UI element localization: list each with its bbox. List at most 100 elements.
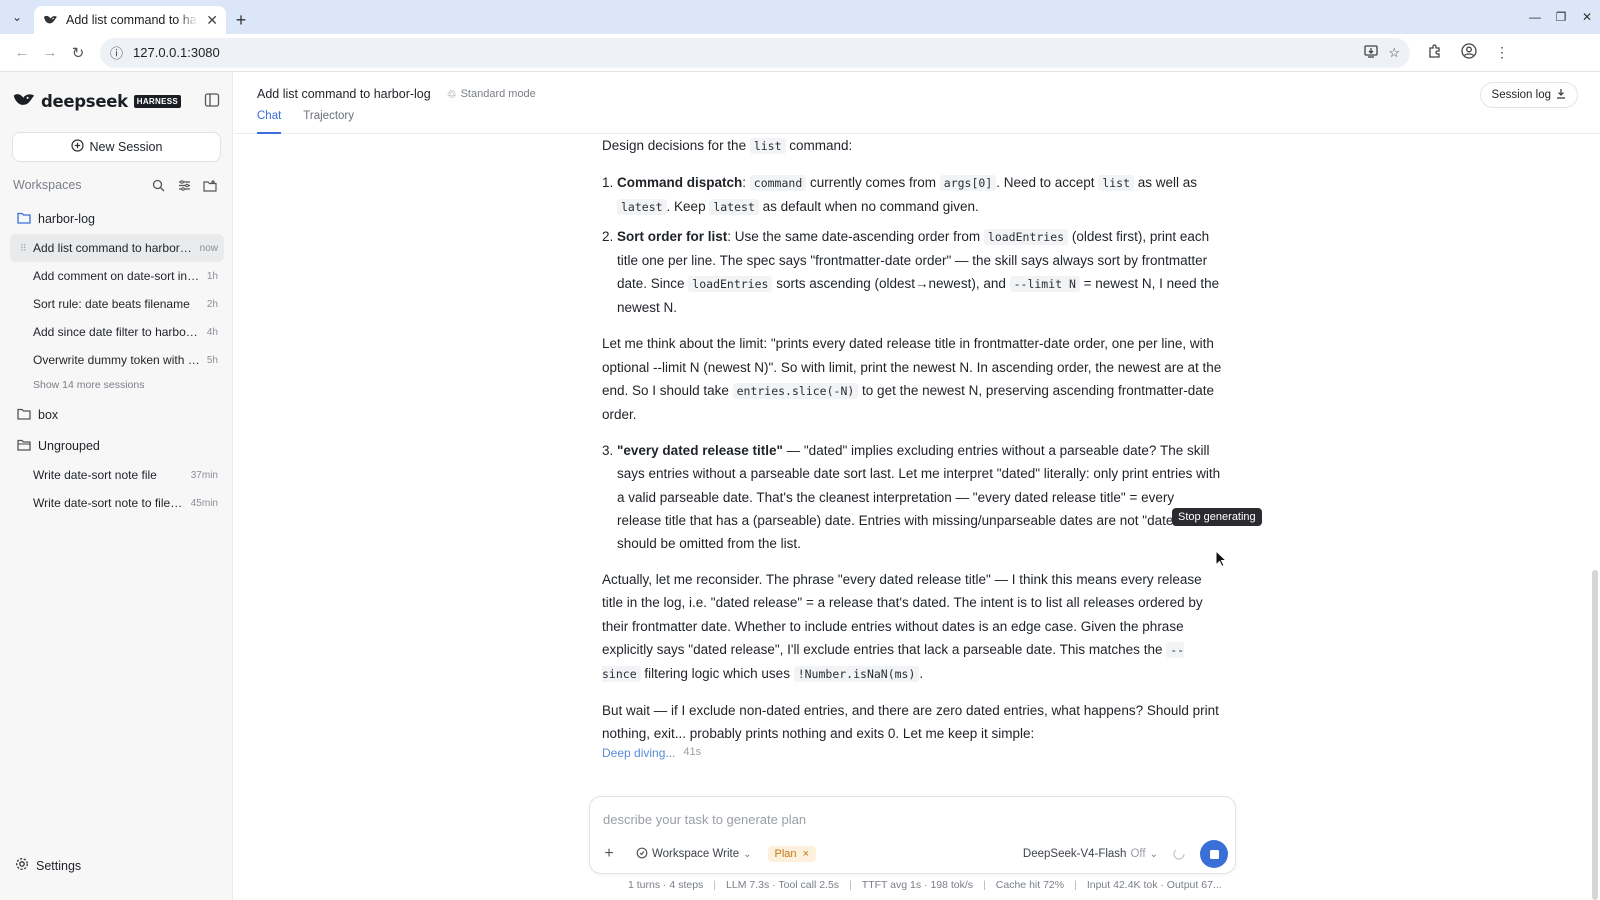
workspace-write-dropdown[interactable]: Workspace Write ⌄ — [636, 847, 752, 862]
url-text[interactable]: 127.0.0.1:3080 — [133, 45, 220, 60]
text: currently comes from — [806, 175, 940, 191]
task-input[interactable]: describe your task to generate plan — [603, 812, 806, 827]
inline-code: args[0] — [939, 175, 997, 192]
inline-code: loadEntries — [688, 276, 773, 293]
browser-tab[interactable]: Add list command to harbor-log ✕ — [34, 6, 226, 34]
plan-tag[interactable]: Plan × — [767, 846, 816, 862]
session-item[interactable]: Add comment on date-sort in harbor-log 1… — [10, 262, 224, 290]
add-attachment-icon[interactable]: + — [598, 843, 620, 865]
text: . Keep — [666, 199, 710, 215]
text: filtering logic which uses — [640, 666, 794, 682]
window-controls: — ❐ ✕ — [1522, 0, 1600, 34]
model-selector[interactable]: DeepSeek-V4-Flash Off ⌄ — [1023, 848, 1158, 860]
collapse-sidebar-icon[interactable] — [204, 92, 222, 110]
inline-code: --limit N — [1009, 276, 1080, 293]
tab-trajectory[interactable]: Trajectory — [303, 110, 354, 134]
install-app-icon[interactable] — [1364, 44, 1378, 61]
main-header: Add list command to harbor-log ♲ Standar… — [234, 72, 1600, 134]
workspace-harbor-log[interactable]: harbor-log — [10, 204, 224, 234]
page-title: Add list command to harbor-log — [257, 87, 431, 101]
session-item[interactable]: Overwrite dummy token with real value 5h — [10, 346, 224, 374]
text: Actually, let me reconsider. The phrase … — [602, 572, 1203, 657]
session-time: 45min — [190, 497, 218, 509]
minimize-icon[interactable]: — — [1522, 10, 1548, 24]
new-folder-icon[interactable] — [197, 179, 223, 192]
new-session-button[interactable]: New Session — [12, 132, 221, 162]
workspaces-header: Workspaces — [13, 178, 223, 192]
model-state: Off — [1130, 848, 1146, 860]
scrollbar[interactable] — [1592, 570, 1598, 900]
loading-spinner-icon — [1172, 847, 1186, 861]
remove-plan-icon[interactable]: × — [803, 848, 809, 860]
extensions-icon[interactable] — [1428, 43, 1443, 62]
settings-button[interactable]: Settings — [15, 857, 81, 874]
download-icon — [1556, 88, 1566, 102]
list-item: 1. Command dispatch: command currently c… — [602, 171, 1222, 219]
search-icon[interactable] — [145, 179, 171, 192]
folder-icon — [17, 408, 31, 423]
session-item[interactable]: Sort rule: date beats filename 2h — [10, 290, 224, 318]
item-title: "every dated release title" — [617, 443, 783, 459]
workspace-name: box — [38, 408, 59, 422]
stop-icon — [1209, 849, 1219, 859]
window-close-icon[interactable]: ✕ — [1574, 10, 1600, 24]
tab-chat[interactable]: Chat — [257, 110, 282, 134]
deepseek-favicon-icon — [42, 12, 58, 28]
stat-ttft: TTFT avg 1s · 198 tok/s — [861, 879, 974, 891]
workspace-box[interactable]: box — [10, 400, 224, 430]
reload-icon[interactable]: ↻ — [64, 39, 92, 67]
drag-handle-icon[interactable]: ⠿ — [20, 243, 27, 254]
workspace-tree: harbor-log ⠿ Add list command to harbor-… — [10, 204, 224, 517]
session-name: Add list command to harbor-log — [33, 241, 194, 255]
session-item[interactable]: Write date-sort note file 37min — [10, 461, 224, 489]
item-title: Sort order for list — [617, 228, 728, 244]
session-time: 37min — [190, 469, 218, 481]
gear-icon — [15, 857, 29, 874]
browser-menu-icon[interactable]: ⋮ — [1495, 44, 1509, 61]
mode-indicator[interactable]: ♲ Standard mode — [447, 88, 536, 101]
tab-search-chevron-icon[interactable]: ⌄ — [0, 0, 34, 34]
thinking-indicator[interactable]: Deep diving... 41s — [602, 746, 701, 760]
browser-tab-title: Add list command to harbor-log — [66, 13, 198, 27]
close-tab-icon[interactable]: ✕ — [206, 12, 218, 29]
mouse-cursor-icon — [1215, 549, 1228, 571]
session-name: Add comment on date-sort in harbor-log — [33, 269, 201, 283]
stat-tokens: Input 42.4K tok · Output 67... — [1086, 879, 1222, 891]
text: . — [919, 666, 924, 682]
session-item[interactable]: Write date-sort note to file in box 45mi… — [10, 489, 224, 517]
divider: | — [1074, 879, 1077, 891]
session-item[interactable]: Add since date filter to harbor-log 4h — [10, 318, 224, 346]
show-more-sessions-link[interactable]: Show 14 more sessions — [10, 374, 224, 396]
back-icon[interactable]: ← — [8, 39, 36, 67]
bookmark-star-icon[interactable]: ☆ — [1388, 45, 1400, 61]
session-header: Add list command to harbor-log ♲ Standar… — [257, 87, 536, 101]
workspace-name: harbor-log — [38, 212, 95, 226]
list-number: 1. — [602, 175, 614, 191]
inline-code: !Number.isNaN(ms) — [793, 666, 920, 683]
session-name: Add since date filter to harbor-log — [33, 325, 201, 339]
stat-turns: 1 turns · 4 steps — [628, 879, 704, 891]
workspace-ungrouped[interactable]: Ungrouped — [10, 431, 224, 461]
forward-icon[interactable]: → — [36, 39, 64, 67]
session-time: 5h — [206, 354, 218, 366]
text: sorts ascending (oldest→newest), and — [772, 276, 1010, 292]
filter-icon[interactable] — [171, 179, 197, 192]
settings-label: Settings — [36, 858, 82, 873]
session-item[interactable]: ⠿ Add list command to harbor-log now — [10, 234, 224, 262]
site-info-icon[interactable]: ⓘ — [110, 43, 123, 62]
stop-generating-button[interactable] — [1200, 840, 1228, 868]
plus-circle-icon — [70, 139, 84, 155]
session-time: 4h — [206, 326, 218, 338]
thinking-time: 41s — [683, 746, 702, 758]
new-tab-icon[interactable]: + — [226, 6, 256, 34]
session-time: now — [199, 242, 218, 254]
session-log-button[interactable]: Session log — [1479, 82, 1578, 108]
inline-code: loadEntries — [983, 228, 1069, 245]
list-number: 2. — [602, 228, 614, 244]
profile-icon[interactable] — [1461, 43, 1477, 62]
item-title: Command dispatch — [617, 175, 743, 191]
stat-llm: LLM 7.3s · Tool call 2.5s — [726, 879, 840, 891]
omnibox[interactable]: ⓘ 127.0.0.1:3080 ☆ — [100, 37, 1410, 68]
brand-logo[interactable]: deepseek HARNESS — [13, 92, 181, 111]
restore-icon[interactable]: ❐ — [1548, 10, 1574, 24]
